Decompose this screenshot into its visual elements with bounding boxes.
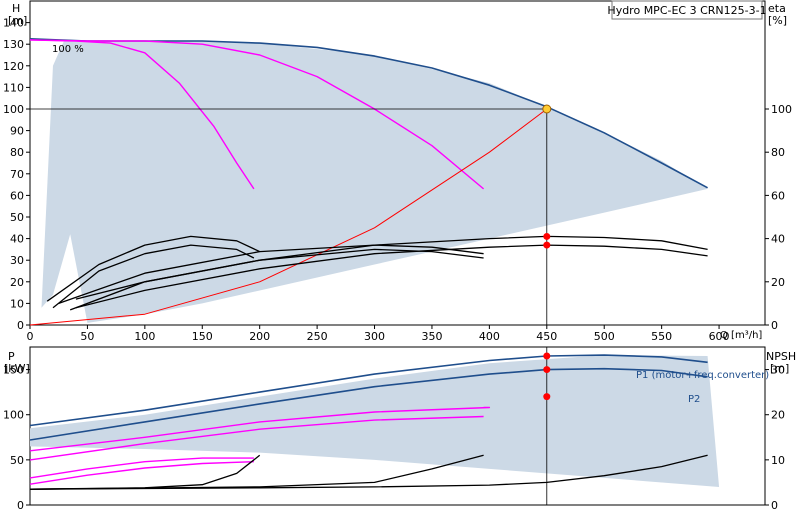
head-x-tick-label: 50 bbox=[80, 330, 94, 343]
head-x-tick-label: 500 bbox=[594, 330, 615, 343]
power-operating-point bbox=[543, 366, 551, 374]
y2-axis-unit-eta: [%] bbox=[768, 14, 787, 27]
head-y2-tick-label: 100 bbox=[771, 103, 792, 116]
head-x-tick-label: 0 bbox=[27, 330, 34, 343]
eta-operating-point bbox=[543, 232, 551, 240]
annotation-100-percent: 100 % bbox=[52, 44, 84, 55]
x-axis-label: Q [m³/h] bbox=[720, 330, 762, 341]
head-y-tick-label: 60 bbox=[10, 189, 24, 202]
head-y-tick-label: 90 bbox=[10, 125, 24, 138]
power-y2-tick-label: 10 bbox=[771, 454, 785, 467]
head-y2-tick-label: 60 bbox=[771, 189, 785, 202]
series-label-p2: P2 bbox=[688, 394, 700, 405]
y-axis-unit-h: [m] bbox=[8, 14, 27, 27]
head-y2-tick-label: 40 bbox=[771, 233, 785, 246]
head-x-tick-label: 550 bbox=[651, 330, 672, 343]
power-y-tick-label: 0 bbox=[17, 499, 24, 512]
head-x-tick-label: 250 bbox=[307, 330, 328, 343]
head-x-tick-label: 200 bbox=[249, 330, 270, 343]
head-y-tick-label: 10 bbox=[10, 297, 24, 310]
pump-performance-chart: 0102030405060708090100110120130140020406… bbox=[3, 0, 796, 512]
power-operating-point bbox=[543, 352, 551, 360]
power-y-tick-label: 50 bbox=[10, 454, 24, 467]
head-x-tick-label: 300 bbox=[364, 330, 385, 343]
y2-axis-unit-npsh: [m] bbox=[770, 362, 789, 375]
head-y-tick-label: 40 bbox=[10, 233, 24, 246]
series-label-p1: P1 (motor+freq.converter) bbox=[636, 370, 769, 381]
power-y2-tick-label: 20 bbox=[771, 409, 785, 422]
head-y-tick-label: 0 bbox=[17, 319, 24, 332]
power-operating-point bbox=[543, 393, 551, 401]
head-y-tick-label: 110 bbox=[3, 81, 24, 94]
chart-title: Hydro MPC-EC 3 CRN125-3-1 bbox=[607, 4, 766, 17]
head-y-tick-label: 70 bbox=[10, 168, 24, 181]
head-y-tick-label: 20 bbox=[10, 276, 24, 289]
head-plot: 0102030405060708090100110120130140020406… bbox=[3, 0, 792, 343]
power-y-tick-label: 100 bbox=[3, 409, 24, 422]
head-y-tick-label: 120 bbox=[3, 60, 24, 73]
head-y2-tick-label: 0 bbox=[771, 319, 778, 332]
eta-operating-point bbox=[543, 241, 551, 249]
head-y-tick-label: 80 bbox=[10, 146, 24, 159]
head-y-tick-label: 30 bbox=[10, 254, 24, 267]
head-x-tick-label: 100 bbox=[134, 330, 155, 343]
y-axis-unit-p: [kW] bbox=[4, 362, 30, 375]
head-y-tick-label: 100 bbox=[3, 103, 24, 116]
head-y2-tick-label: 80 bbox=[771, 146, 785, 159]
operating-point-marker bbox=[542, 104, 552, 114]
head-x-tick-label: 450 bbox=[536, 330, 557, 343]
head-y-tick-label: 130 bbox=[3, 38, 24, 51]
head-y-tick-label: 50 bbox=[10, 211, 24, 224]
head-x-tick-label: 350 bbox=[421, 330, 442, 343]
power-y2-tick-label: 0 bbox=[771, 499, 778, 512]
head-x-tick-label: 400 bbox=[479, 330, 500, 343]
head-x-tick-label: 150 bbox=[192, 330, 213, 343]
head-y2-tick-label: 20 bbox=[771, 276, 785, 289]
